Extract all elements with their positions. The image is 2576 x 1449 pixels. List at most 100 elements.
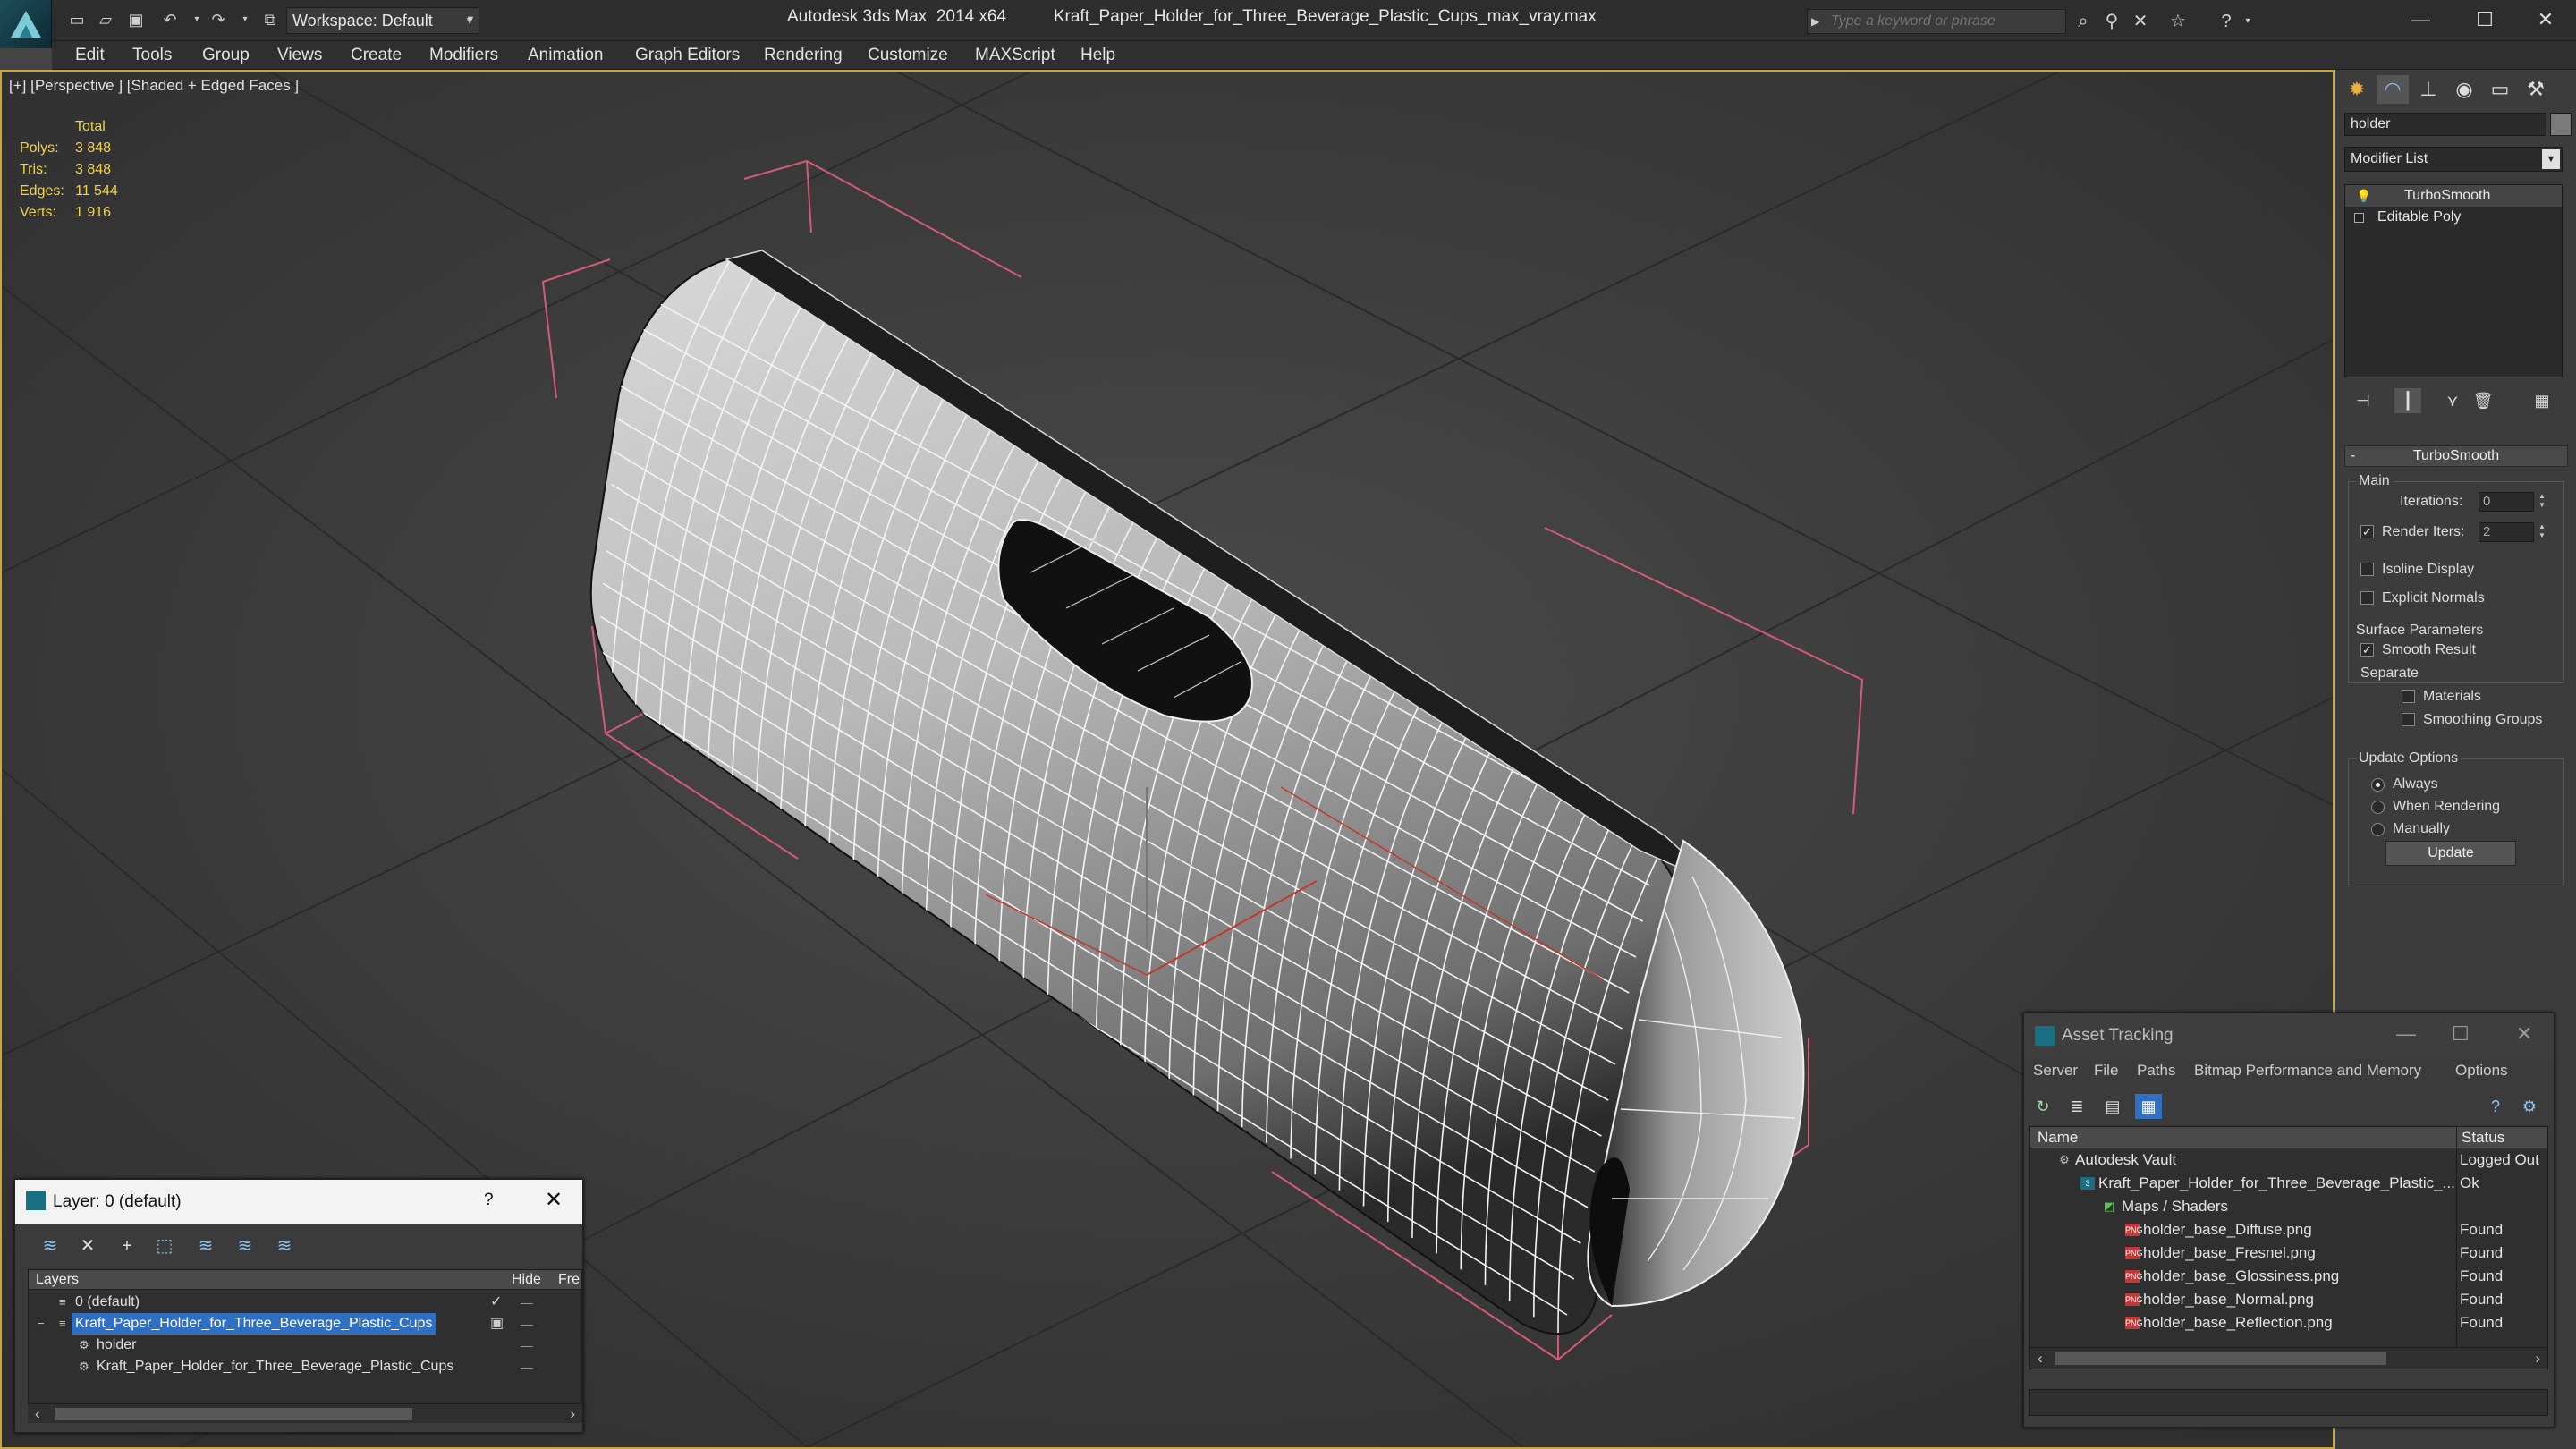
workspace-select[interactable]: Workspace: Default ▼ <box>286 7 479 34</box>
menu-animation[interactable]: Animation <box>522 41 609 70</box>
add-to-layer-icon[interactable]: + <box>112 1232 142 1260</box>
configure-sets-icon[interactable]: ▦ <box>2529 388 2555 413</box>
make-unique-icon[interactable]: ⋎ <box>2439 388 2466 413</box>
remove-modifier-icon[interactable]: 🗑 <box>2470 388 2496 413</box>
render-iters-spinner[interactable]: 2 <box>2479 522 2534 542</box>
layer-row[interactable]: ⚙ Kraft_Paper_Holder_for_Three_Beverage_… <box>29 1356 581 1377</box>
minimize-button[interactable]: — <box>2388 0 2453 39</box>
open-file-icon[interactable]: ▱ <box>95 9 116 30</box>
scroll-left-icon[interactable]: ‹ <box>2038 1350 2043 1368</box>
asset-menu-server[interactable]: Server <box>2033 1062 2078 1080</box>
when-rendering-radio[interactable] <box>2371 801 2385 814</box>
workspace-dropdown-icon[interactable]: ▼ <box>460 9 481 30</box>
hide-toggle[interactable]: — <box>521 1313 533 1335</box>
menu-create[interactable]: Create <box>345 41 407 70</box>
menu-help[interactable]: Help <box>1075 41 1121 70</box>
close-icon[interactable]: ✕ <box>545 1187 563 1213</box>
search-icon[interactable]: ⚲ <box>2100 10 2123 33</box>
col-freeze[interactable]: Fre <box>558 1272 580 1288</box>
binoculars-icon[interactable]: ⌕ <box>2072 10 2095 33</box>
asset-row[interactable]: PNG holder_base_Glossiness.png Found <box>2030 1265 2547 1288</box>
new-file-icon[interactable]: ▭ <box>66 9 88 30</box>
refresh-icon[interactable]: ↻ <box>2029 1094 2056 1119</box>
asset-menu-paths[interactable]: Paths <box>2137 1062 2175 1080</box>
asset-row[interactable]: PNG holder_base_Reflection.png Found <box>2030 1311 2547 1335</box>
create-tab-icon[interactable]: ✹ <box>2341 75 2373 104</box>
viewport-label[interactable]: [+] [Perspective ] [Shaded + Edged Faces… <box>9 77 299 95</box>
menu-group[interactable]: Group <box>197 41 255 70</box>
list-view-icon[interactable]: ≣ <box>2063 1094 2090 1119</box>
smoothing-groups-checkbox[interactable] <box>2402 713 2415 726</box>
project-folder-icon[interactable]: ⧉ <box>259 9 281 30</box>
manually-radio[interactable] <box>2371 823 2385 836</box>
col-status[interactable]: Status <box>2462 1129 2504 1147</box>
undo-dropdown-icon[interactable]: ▾ <box>186 9 208 30</box>
new-layer-icon[interactable]: ≋ <box>35 1232 65 1260</box>
menu-rendering[interactable]: Rendering <box>758 41 848 70</box>
scroll-right-icon[interactable]: › <box>570 1405 575 1423</box>
menu-tools[interactable]: Tools <box>127 41 177 70</box>
scroll-left-icon[interactable]: ‹ <box>35 1405 40 1423</box>
select-in-layer-icon[interactable]: ⬚ <box>149 1232 180 1260</box>
delete-layer-icon[interactable]: ✕ <box>72 1232 103 1260</box>
layer-row[interactable]: ≡ 0 (default) ✓ — <box>29 1292 581 1313</box>
show-end-result-icon[interactable]: ┃ <box>2394 388 2421 413</box>
asset-menu-options[interactable]: Options <box>2455 1062 2508 1080</box>
undo-icon[interactable]: ↶ <box>159 9 181 30</box>
hide-toggle[interactable]: — <box>521 1356 533 1377</box>
close-icon[interactable]: ✕ <box>2516 1022 2532 1046</box>
pin-stack-icon[interactable]: ⊣ <box>2350 388 2377 413</box>
maximize-button[interactable]: ☐ <box>2453 0 2517 39</box>
col-hide[interactable]: Hide <box>512 1272 541 1288</box>
hide-all-layers-icon[interactable]: ≋ <box>230 1232 260 1260</box>
minimize-button[interactable]: — <box>2396 1022 2416 1046</box>
scroll-thumb[interactable] <box>2055 1352 2386 1365</box>
detail-view-icon[interactable]: ▤ <box>2099 1094 2126 1119</box>
favorites-star-icon[interactable]: ☆ <box>2166 10 2190 33</box>
layer-box-icon[interactable]: ▣ <box>490 1313 504 1335</box>
active-layer-check-icon[interactable]: ✓ <box>490 1292 502 1313</box>
freeze-all-layers-icon[interactable]: ≋ <box>269 1232 300 1260</box>
lightbulb-icon[interactable]: 💡 <box>2356 185 2371 207</box>
asset-row[interactable]: PNG holder_base_Diffuse.png Found <box>2030 1218 2547 1241</box>
asset-row[interactable]: PNG holder_base_Fresnel.png Found <box>2030 1241 2547 1265</box>
motion-tab-icon[interactable]: ◉ <box>2448 75 2480 104</box>
asset-row[interactable]: ⚙ Autodesk Vault Logged Out <box>2030 1148 2547 1172</box>
explicit-normals-checkbox[interactable] <box>2360 591 2374 605</box>
col-name[interactable]: Name <box>2038 1129 2078 1147</box>
menu-edit[interactable]: Edit <box>70 41 110 70</box>
hide-toggle[interactable]: — <box>521 1335 533 1356</box>
expand-icon[interactable] <box>2354 213 2364 223</box>
highlight-layer-icon[interactable]: ≋ <box>191 1232 221 1260</box>
asset-menu-file[interactable]: File <box>2094 1062 2118 1080</box>
asset-horizontal-scrollbar[interactable]: ‹ › <box>2030 1347 2547 1368</box>
redo-icon[interactable]: ↷ <box>208 9 229 30</box>
asset-menu-bitmap[interactable]: Bitmap Performance and Memory <box>2194 1062 2421 1080</box>
col-layers[interactable]: Layers <box>36 1272 79 1288</box>
menu-customize[interactable]: Customize <box>862 41 953 70</box>
asset-row[interactable]: ◩ Maps / Shaders <box>2030 1195 2547 1218</box>
stack-item-turbosmooth[interactable]: 💡 TurboSmooth <box>2345 185 2562 207</box>
save-file-icon[interactable]: ▣ <box>125 9 147 30</box>
asset-row[interactable]: 3 Kraft_Paper_Holder_for_Three_Beverage_… <box>2030 1172 2547 1195</box>
asset-row[interactable]: PNG holder_base_Normal.png Found <box>2030 1288 2547 1311</box>
app-logo-button[interactable] <box>0 0 52 48</box>
search-input[interactable] <box>1824 10 2067 33</box>
table-view-icon[interactable]: ▦ <box>2135 1094 2162 1119</box>
maximize-button[interactable]: ☐ <box>2452 1022 2470 1046</box>
menu-graph-editors[interactable]: Graph Editors <box>630 41 745 70</box>
menu-modifiers[interactable]: Modifiers <box>424 41 504 70</box>
iterations-spinner[interactable]: 0 <box>2479 492 2534 512</box>
object-name-field[interactable]: holder <box>2344 113 2546 136</box>
scroll-right-icon[interactable]: › <box>2535 1350 2540 1368</box>
spinner-arrows-icon[interactable]: ▲ ▼ <box>2536 522 2548 542</box>
subscription-icon[interactable]: ✕ <box>2129 10 2152 33</box>
help-icon[interactable]: ? <box>2215 10 2238 33</box>
settings-icon[interactable]: ⚙ <box>2516 1094 2543 1119</box>
display-tab-icon[interactable]: ▭ <box>2484 75 2516 104</box>
layer-row[interactable]: − ≡ Kraft_Paper_Holder_for_Three_Beverag… <box>29 1313 581 1335</box>
hierarchy-tab-icon[interactable]: ⊥ <box>2412 75 2445 104</box>
search-box[interactable]: ▶ <box>1807 9 2067 34</box>
redo-dropdown-icon[interactable]: ▾ <box>234 9 256 30</box>
update-button[interactable]: Update <box>2385 841 2516 866</box>
